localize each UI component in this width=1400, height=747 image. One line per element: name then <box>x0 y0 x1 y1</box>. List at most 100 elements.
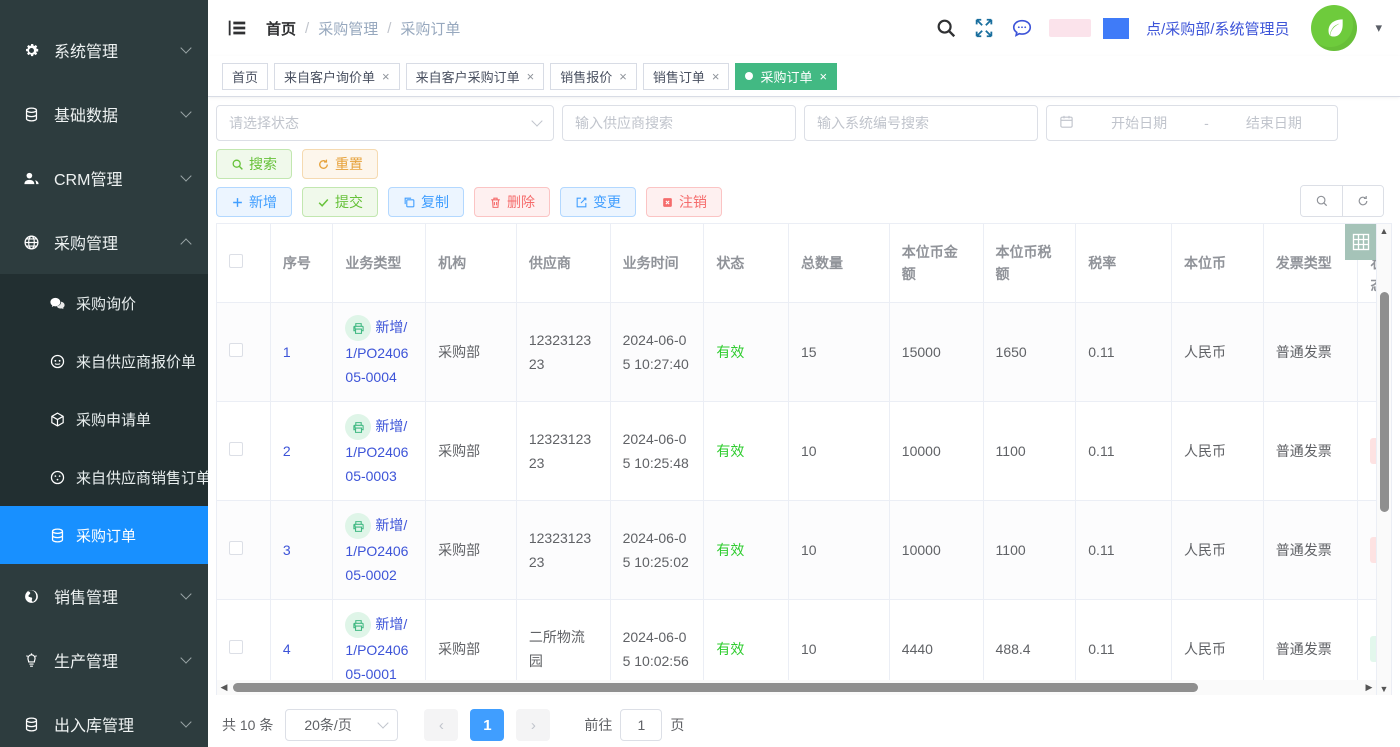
scroll-up-icon[interactable]: ▲ <box>1380 224 1389 238</box>
search-icon[interactable] <box>935 17 957 39</box>
sidebar-item-purchase-request[interactable]: 采购申请单 <box>0 390 208 448</box>
goto-page: 前往 页 <box>584 709 684 741</box>
col-header-supplier[interactable]: 供应商 <box>516 224 610 303</box>
column-settings-icon[interactable] <box>1345 224 1376 260</box>
tab-purchase-order-active[interactable]: 采购订单× <box>735 63 837 90</box>
sidebar-item-purchase-inquiry[interactable]: 采购询价 <box>0 274 208 332</box>
col-header-biz-time[interactable]: 业务时间 <box>610 224 704 303</box>
close-icon[interactable]: × <box>619 69 627 84</box>
delete-button[interactable]: 删除 <box>474 187 550 217</box>
search-button[interactable]: 搜索 <box>216 149 292 179</box>
sidebar-item-purchase-orders[interactable]: 采购订单 <box>0 506 208 564</box>
col-header-qty[interactable]: 总数量 <box>789 224 890 303</box>
table-search-icon[interactable] <box>1301 186 1342 216</box>
sidebar-item-label: 系统管理 <box>54 38 182 62</box>
vertical-scrollbar[interactable]: ▲ ▼ <box>1376 224 1391 695</box>
scroll-left-icon[interactable]: ◀ <box>217 682 231 693</box>
scroll-down-icon[interactable]: ▼ <box>1380 682 1389 695</box>
navbar-right: 点/采购部/系统管理员 ▾ <box>935 5 1382 51</box>
change-button[interactable]: 变更 <box>560 187 636 217</box>
supplier-search-field <box>562 105 796 141</box>
breadcrumb-home[interactable]: 首页 <box>266 18 296 39</box>
row-checkbox[interactable] <box>229 343 243 357</box>
close-icon[interactable]: × <box>382 69 390 84</box>
close-icon[interactable]: × <box>819 69 827 84</box>
prev-page-button[interactable]: ‹ <box>424 709 458 741</box>
horizontal-scroll-thumb[interactable] <box>233 683 1198 692</box>
table-refresh-icon[interactable] <box>1342 186 1383 216</box>
page-1-button[interactable]: 1 <box>470 709 504 741</box>
sidebar-item-label: 采购管理 <box>54 230 182 254</box>
row-checkbox[interactable] <box>229 541 243 555</box>
submit-button-label: 提交 <box>335 192 363 212</box>
chevron-down-icon <box>180 42 191 53</box>
goto-page-input[interactable] <box>620 709 662 741</box>
col-header-rate[interactable]: 税率 <box>1076 224 1172 303</box>
message-icon[interactable] <box>1011 17 1033 39</box>
close-icon[interactable]: × <box>712 69 720 84</box>
add-button[interactable]: 新增 <box>216 187 292 217</box>
invoice-cell: 普通发票 <box>1263 501 1358 600</box>
printer-icon[interactable] <box>345 414 371 440</box>
sidebar-item-supplier-quotes[interactable]: 来自供应商报价单 <box>0 332 208 390</box>
tab-label: 销售报价 <box>560 67 612 86</box>
sidebar-toggle-icon[interactable] <box>226 17 248 39</box>
rate-cell: 0.11 <box>1076 303 1172 402</box>
col-header-seq[interactable]: 序号 <box>270 224 332 303</box>
close-icon[interactable]: × <box>527 69 535 84</box>
next-page-button[interactable]: › <box>516 709 550 741</box>
copy-button[interactable]: 复制 <box>388 187 464 217</box>
select-all-checkbox[interactable] <box>229 254 243 268</box>
code-search-input[interactable] <box>817 115 1025 131</box>
col-header-tax[interactable]: 本位币税额 <box>983 224 1076 303</box>
sidebar-item-production-mgmt[interactable]: 生产管理 <box>0 628 208 692</box>
vertical-scroll-thumb[interactable] <box>1380 292 1389 512</box>
fullscreen-icon[interactable] <box>973 17 995 39</box>
table-row[interactable]: 3 新增/1/PO240605-0002 采购部 1232312323 2024… <box>217 501 1392 600</box>
printer-icon[interactable] <box>345 612 371 638</box>
col-header-org[interactable]: 机构 <box>426 224 517 303</box>
tab-sales-order[interactable]: 销售订单× <box>643 63 730 90</box>
status-select[interactable]: 请选择状态 <box>216 105 554 141</box>
tab-home[interactable]: 首页 <box>222 63 268 90</box>
sidebar-item-purchase-mgmt[interactable]: 采购管理 <box>0 210 208 274</box>
sidebar-item-crm-mgmt[interactable]: CRM管理 <box>0 146 208 210</box>
tab-customer-purchase-order[interactable]: 来自客户采购订单× <box>406 63 545 90</box>
col-header-biz-type[interactable]: 业务类型 <box>333 224 426 303</box>
row-checkbox[interactable] <box>229 442 243 456</box>
cog-face-icon <box>48 468 66 486</box>
col-header-invoice[interactable]: 发票类型 <box>1263 224 1358 303</box>
row-checkbox[interactable] <box>229 640 243 654</box>
currency-cell: 人民币 <box>1172 501 1264 600</box>
chevron-down-icon <box>180 106 191 117</box>
user-role-label[interactable]: 点/采购部/系统管理员 <box>1146 18 1289 39</box>
sidebar-item-sales-mgmt[interactable]: 销售管理 <box>0 564 208 628</box>
tab-sales-quote[interactable]: 销售报价 × <box>550 63 637 90</box>
sidebar-item-base-data[interactable]: 基础数据 <box>0 82 208 146</box>
sidebar-item-supplier-sales-orders[interactable]: 来自供应商销售订单 <box>0 448 208 506</box>
page-size-select[interactable]: 20条/页 <box>285 709 398 741</box>
sidebar-item-label: CRM管理 <box>54 166 182 190</box>
sidebar-item-system-mgmt[interactable]: 系统管理 <box>0 18 208 82</box>
col-header-amount[interactable]: 本位币金额 <box>889 224 983 303</box>
page-unit-label: 页 <box>670 715 684 735</box>
col-header-status[interactable]: 状态 <box>704 224 789 303</box>
table-row[interactable]: 1 新增/1/PO240605-0004 采购部 1232312323 2024… <box>217 303 1392 402</box>
active-dot-icon <box>745 72 753 80</box>
printer-icon[interactable] <box>345 315 371 341</box>
avatar[interactable] <box>1311 5 1357 51</box>
table-row[interactable]: 2 新增/1/PO240605-0003 采购部 1232312323 2024… <box>217 402 1392 501</box>
printer-icon[interactable] <box>345 513 371 539</box>
tab-customer-inquiry[interactable]: 来自客户询价单× <box>274 63 400 90</box>
submit-button[interactable]: 提交 <box>302 187 378 217</box>
cancel-button[interactable]: 注销 <box>646 187 722 217</box>
user-menu-caret-icon[interactable]: ▾ <box>1375 20 1382 36</box>
supplier-search-input[interactable] <box>575 115 783 131</box>
sidebar-item-warehouse-mgmt[interactable]: 出入库管理 <box>0 692 208 747</box>
reset-button[interactable]: 重置 <box>302 149 378 179</box>
col-header-currency[interactable]: 本位币 <box>1172 224 1264 303</box>
horizontal-scrollbar[interactable]: ◀ ▶ <box>217 680 1376 695</box>
date-range-picker[interactable]: 开始日期 - 结束日期 <box>1046 105 1338 141</box>
chevron-down-icon <box>180 170 191 181</box>
scroll-right-icon[interactable]: ▶ <box>1362 682 1376 693</box>
